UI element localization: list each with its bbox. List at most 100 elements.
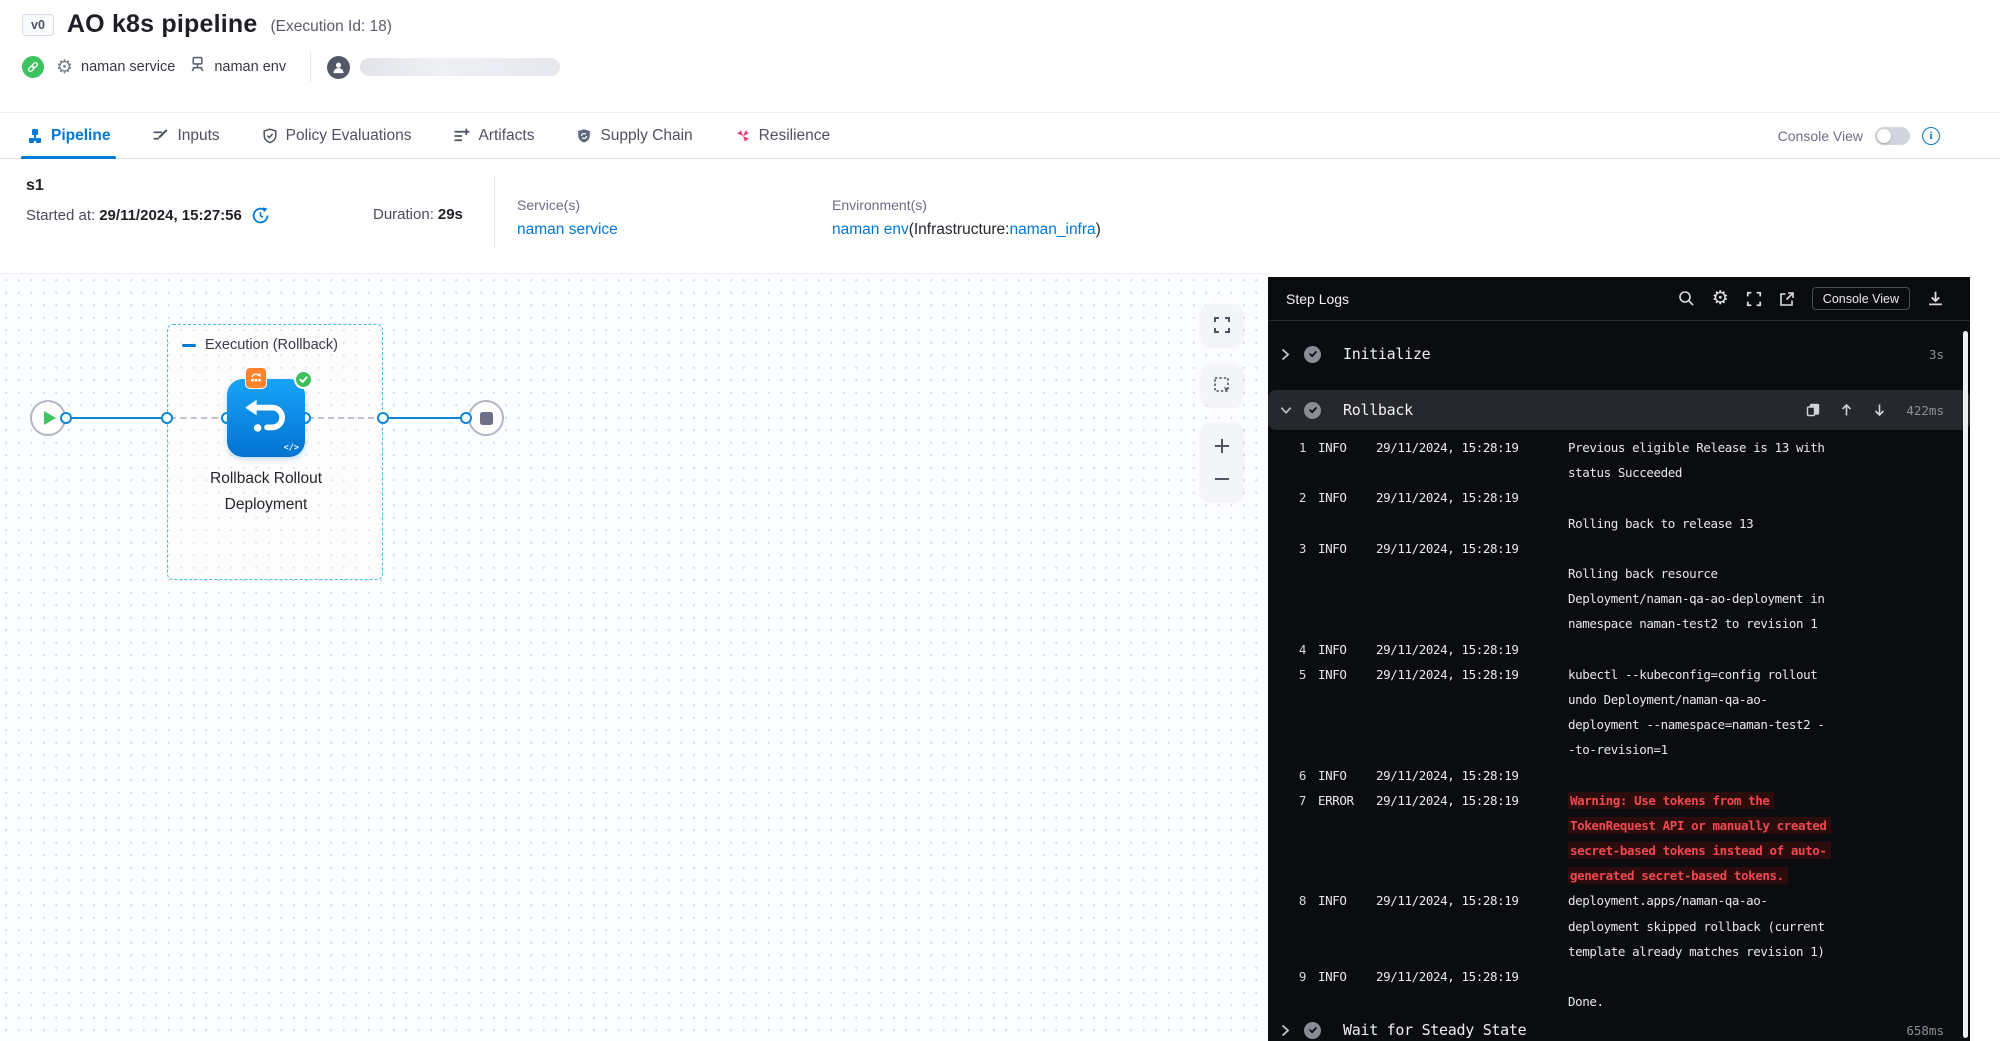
log-line: 9INFO29/11/2024, 15:28:19 — [1268, 964, 1970, 989]
environments-block: Environment(s) naman env(Infrastructure:… — [832, 197, 1101, 239]
environment-icon — [189, 56, 206, 78]
chevron-right-icon[interactable] — [1280, 348, 1292, 361]
step-success-check-icon — [294, 370, 313, 389]
log-line: Rolling back resource — [1268, 561, 1970, 586]
log-settings-gear-icon[interactable]: ⚙ — [1712, 289, 1729, 308]
log-fullscreen-icon[interactable] — [1746, 291, 1762, 307]
console-view-toggle[interactable] — [1875, 127, 1910, 145]
log-console-view-button[interactable]: Console View — [1812, 287, 1910, 310]
canvas-fullscreen-button[interactable] — [1201, 304, 1243, 346]
log-line: deployment --namespace=naman-test2 - — [1268, 712, 1970, 737]
rollout-undo-icon — [241, 393, 291, 443]
environment-link[interactable]: naman env — [832, 221, 909, 238]
collapse-group-button[interactable] — [182, 344, 196, 347]
step-logs-panel: Step Logs ⚙ Console View — [1268, 277, 1970, 1041]
copy-logs-icon[interactable] — [1806, 403, 1820, 417]
step-duration: 658ms — [1906, 1023, 1944, 1038]
service-gear-icon[interactable]: ⚙ — [56, 58, 73, 77]
tab-resilience[interactable]: Resilience — [735, 113, 831, 158]
console-view-control: Console View i — [1778, 113, 1940, 158]
open-in-new-tab-icon[interactable] — [1779, 291, 1795, 307]
info-icon[interactable]: i — [1922, 127, 1940, 145]
step-success-icon — [1304, 402, 1321, 419]
version-badge: v0 — [22, 14, 54, 36]
artifacts-icon — [453, 127, 470, 144]
pipeline-canvas[interactable]: Execution (Rollback) — [0, 273, 1268, 1041]
log-line: status Succeeded — [1268, 460, 1970, 485]
resilience-chaos-icon — [735, 128, 751, 144]
log-line: -to-revision=1 — [1268, 737, 1970, 762]
log-line: template already matches revision 1) — [1268, 939, 1970, 964]
log-line: namespace naman-test2 to revision 1 — [1268, 611, 1970, 636]
connector-dot — [460, 412, 472, 424]
stage-divider — [494, 177, 495, 249]
group-label: Execution (Rollback) — [205, 337, 338, 353]
log-lines-container[interactable]: 1INFO29/11/2024, 15:28:19Previous eligib… — [1268, 435, 1970, 1014]
user-avatar — [327, 56, 350, 79]
step-node-label: Rollback Rollout Deployment — [146, 466, 386, 518]
pipeline-execution-page: v0 AO k8s pipeline (Execution Id: 18) ⚙ … — [0, 0, 2000, 1041]
log-line: undo Deployment/naman-qa-ao- — [1268, 687, 1970, 712]
redacted-user-email — [360, 58, 560, 76]
environments-label: Environment(s) — [832, 197, 1101, 213]
log-scrollbar[interactable] — [1963, 331, 1968, 1038]
services-label: Service(s) — [517, 197, 618, 213]
stage-name: s1 — [26, 177, 44, 195]
step-logs-title: Step Logs — [1286, 291, 1678, 307]
chevron-right-icon[interactable] — [1280, 1024, 1292, 1037]
tab-supply-chain[interactable]: Supply Chain — [576, 113, 692, 158]
rollout-badge-icon — [249, 371, 263, 385]
step-row-wait-steady-state[interactable]: Wait for Steady State 658ms — [1268, 1010, 1970, 1041]
edge-start-to-group — [60, 417, 170, 419]
infrastructure-link[interactable]: naman_infra — [1009, 221, 1095, 238]
header-service-name[interactable]: naman service — [81, 59, 175, 75]
inputs-icon — [152, 127, 169, 144]
pipeline-end-node[interactable] — [468, 400, 504, 436]
zoom-in-button[interactable] — [1212, 436, 1232, 456]
step-row-rollback[interactable]: Rollback 422ms — [1268, 390, 1970, 430]
download-logs-icon[interactable] — [1927, 290, 1944, 307]
policy-shield-icon — [262, 128, 278, 144]
log-line: deployment skipped rollback (current — [1268, 914, 1970, 939]
console-view-label: Console View — [1778, 128, 1863, 144]
log-line: generated secret-based tokens. — [1268, 863, 1970, 888]
scroll-down-icon[interactable] — [1873, 403, 1886, 417]
log-search-icon[interactable] — [1678, 290, 1695, 307]
tab-artifacts[interactable]: Artifacts — [453, 113, 534, 158]
step-row-initialize[interactable]: Initialize 3s — [1268, 334, 1970, 374]
log-line: secret-based tokens instead of auto- — [1268, 838, 1970, 863]
canvas-marquee-select-button[interactable] — [1201, 364, 1243, 406]
step-success-icon — [1304, 1022, 1321, 1039]
title-row: v0 AO k8s pipeline (Execution Id: 18) — [22, 10, 392, 39]
pipeline-title: AO k8s pipeline — [67, 10, 258, 39]
log-line: TokenRequest API or manually created — [1268, 813, 1970, 838]
rollback-step-node[interactable]: </> — [227, 379, 305, 457]
log-line: 1INFO29/11/2024, 15:28:19Previous eligib… — [1268, 435, 1970, 460]
tab-policy-evaluations[interactable]: Policy Evaluations — [262, 113, 412, 158]
header-environment-name[interactable]: naman env — [214, 59, 286, 75]
tab-pipeline[interactable]: Pipeline — [27, 113, 110, 158]
step-duration: 422ms — [1906, 403, 1944, 418]
service-link[interactable]: naman service — [517, 221, 618, 238]
log-line: 8INFO29/11/2024, 15:28:19deployment.apps… — [1268, 888, 1970, 913]
meta-row: ⚙ naman service naman env — [22, 52, 560, 82]
supply-chain-shield-icon — [576, 128, 592, 144]
connector-dot — [60, 412, 72, 424]
scroll-up-icon[interactable] — [1840, 403, 1853, 417]
play-icon — [44, 411, 56, 425]
zoom-out-button[interactable] — [1212, 469, 1232, 489]
page-header: v0 AO k8s pipeline (Execution Id: 18) ⚙ … — [0, 0, 2000, 112]
chevron-down-icon[interactable] — [1280, 405, 1292, 415]
started-at: Started at: 29/11/2024, 15:27:56 — [26, 206, 270, 225]
step-duration: 3s — [1929, 347, 1944, 362]
log-line: 6INFO29/11/2024, 15:28:19 — [1268, 762, 1970, 787]
log-line: 5INFO29/11/2024, 15:28:19kubectl --kubec… — [1268, 662, 1970, 687]
duration-value: 29s — [438, 206, 463, 223]
execution-tabbar: Pipeline Inputs Policy Evaluations Artif… — [0, 112, 2000, 159]
pipeline-icon — [27, 128, 43, 144]
step-type-badge — [245, 367, 267, 389]
log-line: Deployment/naman-qa-ao-deployment in — [1268, 586, 1970, 611]
canvas-zoom-controls — [1201, 423, 1243, 501]
history-icon[interactable] — [251, 206, 270, 225]
tab-inputs[interactable]: Inputs — [152, 113, 219, 158]
